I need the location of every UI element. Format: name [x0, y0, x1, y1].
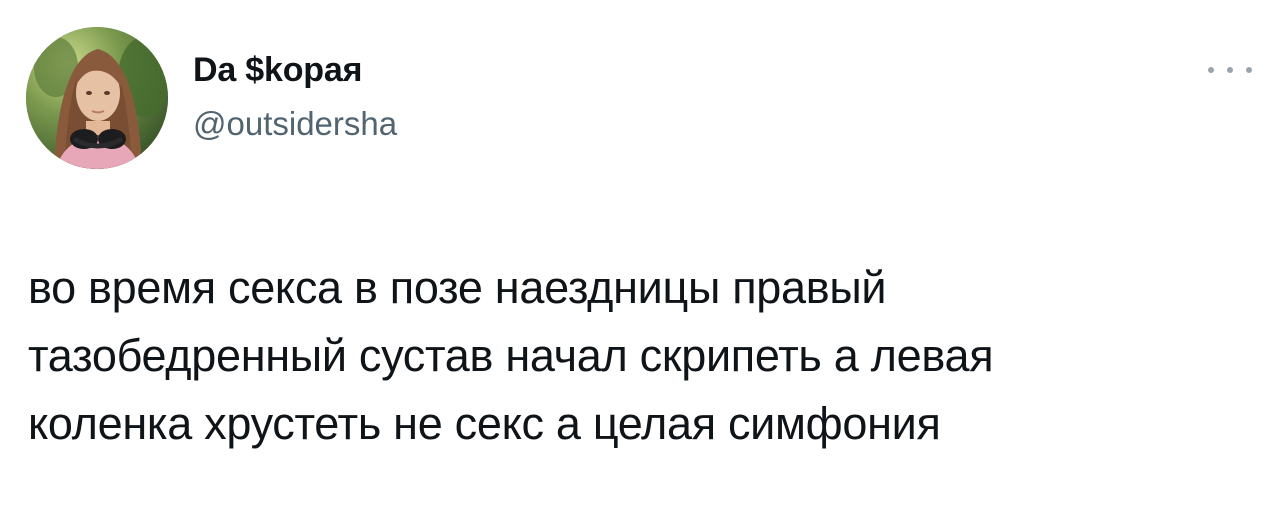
display-name[interactable]: Da $kopaя — [193, 50, 397, 90]
avatar[interactable] — [26, 27, 168, 169]
tweet-text: во время секса в позе наездницы правый т… — [28, 262, 994, 449]
profile-photo-icon — [26, 27, 168, 169]
more-horizontal-icon[interactable] — [1208, 60, 1252, 80]
tweet-card: Da $kopaя @outsidersha во время секса в … — [0, 0, 1284, 509]
tweet-header: Da $kopaя @outsidersha — [193, 50, 397, 144]
dot-icon — [1227, 67, 1233, 73]
user-handle[interactable]: @outsidersha — [193, 104, 397, 144]
dot-icon — [1246, 67, 1252, 73]
dot-icon — [1208, 67, 1214, 73]
